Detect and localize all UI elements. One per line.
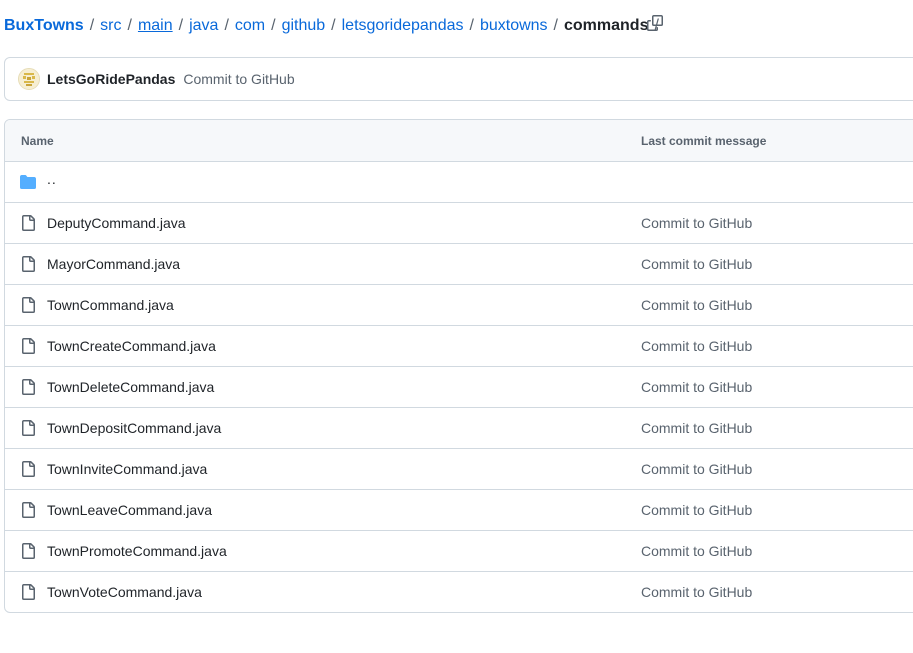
breadcrumb-separator: /: [469, 17, 474, 34]
file-name-link[interactable]: TownDeleteCommand.java: [47, 379, 214, 395]
breadcrumb-link-letsgoridepandas[interactable]: letsgoridepandas: [342, 17, 464, 35]
file-icon: [20, 584, 36, 600]
file-row[interactable]: TownCreateCommand.java Commit to GitHub: [5, 326, 913, 367]
breadcrumb-link-buxtowns[interactable]: buxtowns: [480, 17, 548, 35]
file-commit-message-link[interactable]: Commit to GitHub: [641, 215, 752, 231]
table-header: Name Last commit message: [5, 120, 913, 162]
latest-commit-bar: LetsGoRidePandas Commit to GitHub: [4, 57, 913, 101]
breadcrumb-link-java[interactable]: java: [189, 17, 218, 35]
file-row[interactable]: TownLeaveCommand.java Commit to GitHub: [5, 490, 913, 531]
file-icon: [20, 256, 36, 272]
file-row[interactable]: MayorCommand.java Commit to GitHub: [5, 244, 913, 285]
file-commit-message-link[interactable]: Commit to GitHub: [641, 256, 752, 272]
breadcrumb-repo-link[interactable]: BuxTowns: [4, 17, 84, 35]
parent-directory-link[interactable]: ..: [47, 171, 57, 187]
file-row[interactable]: DeputyCommand.java Commit to GitHub: [5, 203, 913, 244]
file-table: Name Last commit message .. DeputyComman…: [4, 119, 913, 613]
file-icon: [20, 543, 36, 559]
file-row[interactable]: TownDeleteCommand.java Commit to GitHub: [5, 367, 913, 408]
file-row[interactable]: TownDepositCommand.java Commit to GitHub: [5, 408, 913, 449]
breadcrumb-separator: /: [127, 17, 132, 34]
commit-message-link[interactable]: Commit to GitHub: [183, 71, 294, 87]
identicon-avatar: [19, 69, 39, 89]
breadcrumb: BuxTowns / src / main / java / com / git…: [4, 14, 659, 38]
file-row[interactable]: TownPromoteCommand.java Commit to GitHub: [5, 531, 913, 572]
file-commit-message-link[interactable]: Commit to GitHub: [641, 584, 752, 600]
file-icon: [20, 379, 36, 395]
file-commit-message-link[interactable]: Commit to GitHub: [641, 461, 752, 477]
file-name-link[interactable]: TownCreateCommand.java: [47, 338, 216, 354]
file-name-link[interactable]: TownDepositCommand.java: [47, 420, 221, 436]
file-name-link[interactable]: TownInviteCommand.java: [47, 461, 207, 477]
file-row[interactable]: TownCommand.java Commit to GitHub: [5, 285, 913, 326]
file-commit-message-link[interactable]: Commit to GitHub: [641, 338, 752, 354]
file-icon: [20, 297, 36, 313]
folder-icon: [20, 174, 36, 190]
file-name-link[interactable]: TownCommand.java: [47, 297, 174, 313]
file-icon: [20, 338, 36, 354]
breadcrumb-separator: /: [224, 17, 229, 34]
breadcrumb-link-github[interactable]: github: [282, 17, 326, 35]
file-name-link[interactable]: TownPromoteCommand.java: [47, 543, 227, 559]
breadcrumb-separator: /: [331, 17, 336, 34]
file-commit-message-link[interactable]: Commit to GitHub: [641, 297, 752, 313]
file-browser-page: BuxTowns / src / main / java / com / git…: [0, 0, 913, 653]
breadcrumb-link-src[interactable]: src: [100, 17, 121, 35]
commit-author-link[interactable]: LetsGoRidePandas: [47, 71, 175, 87]
file-name-link[interactable]: DeputyCommand.java: [47, 215, 186, 231]
file-commit-message-link[interactable]: Commit to GitHub: [641, 379, 752, 395]
file-icon: [20, 461, 36, 477]
file-row[interactable]: TownInviteCommand.java Commit to GitHub: [5, 449, 913, 490]
column-header-name: Name: [21, 134, 54, 148]
file-name-link[interactable]: TownLeaveCommand.java: [47, 502, 212, 518]
breadcrumb-current-folder: commands: [564, 17, 649, 34]
breadcrumb-separator: /: [89, 17, 95, 34]
file-name-link[interactable]: MayorCommand.java: [47, 256, 180, 272]
file-commit-message-link[interactable]: Commit to GitHub: [641, 543, 752, 559]
file-icon: [20, 215, 36, 231]
breadcrumb-link-com[interactable]: com: [235, 17, 265, 35]
file-commit-message-link[interactable]: Commit to GitHub: [641, 420, 752, 436]
copy-path-button[interactable]: [640, 10, 670, 40]
parent-directory-row[interactable]: ..: [5, 162, 913, 203]
breadcrumb-separator: /: [178, 17, 184, 34]
file-commit-message-link[interactable]: Commit to GitHub: [641, 502, 752, 518]
column-header-last-commit: Last commit message: [641, 134, 767, 148]
file-row[interactable]: TownVoteCommand.java Commit to GitHub: [5, 572, 913, 612]
file-icon: [20, 502, 36, 518]
avatar[interactable]: [18, 68, 40, 90]
breadcrumb-link-main[interactable]: main: [138, 17, 173, 35]
file-name-link[interactable]: TownVoteCommand.java: [47, 584, 202, 600]
breadcrumb-separator: /: [271, 17, 276, 34]
file-icon: [20, 420, 36, 436]
copy-icon: [647, 14, 663, 36]
breadcrumb-separator: /: [553, 17, 558, 34]
